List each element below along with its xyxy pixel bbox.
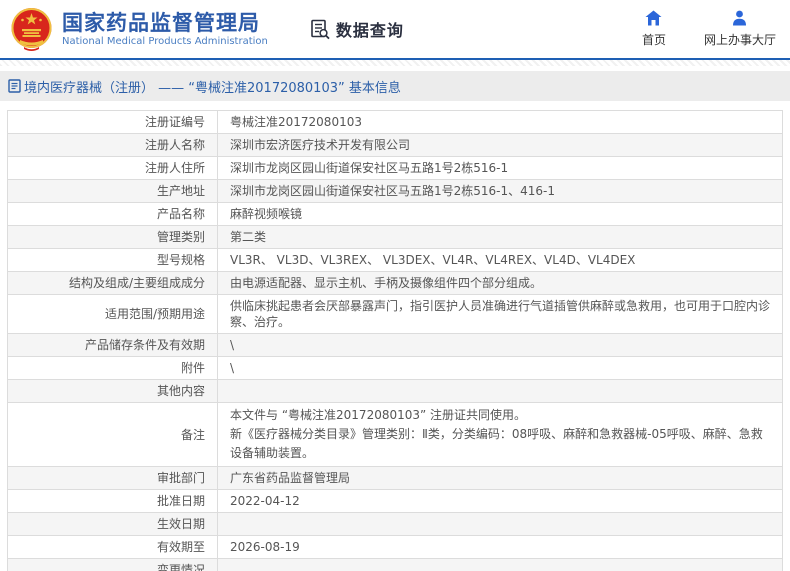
row-value: 由电源适配器、显示主机、手柄及摄像组件四个部分组成。 bbox=[230, 276, 543, 290]
table-row: 注册人住所 深圳市龙岗区园山街道保安社区马五路1号2栋516-1 bbox=[8, 157, 782, 180]
row-value: 2022-04-12 bbox=[230, 494, 300, 508]
row-value: 供临床挑起患者会厌部暴露声门，指引医护人员准确进行气道插管供麻醉或急救用，也可用… bbox=[230, 299, 771, 329]
table-row: 结构及组成/主要组成成分 由电源适配器、显示主机、手柄及摄像组件四个部分组成。 bbox=[8, 272, 782, 295]
row-value bbox=[218, 388, 782, 394]
row-value: 本文件与 “粤械注准20172080103” 注册证共同使用。 新《医疗器械分类… bbox=[218, 403, 782, 466]
row-value: 深圳市宏济医疗技术开发有限公司 bbox=[230, 138, 411, 152]
nav-online-service-hall[interactable]: 网上办事大厅 bbox=[704, 10, 776, 48]
org-name-cn: 国家药品监督管理局 bbox=[62, 10, 260, 35]
site-header: 国家药品监督管理局 National Medical Products Admi… bbox=[0, 0, 790, 60]
row-label: 型号规格 bbox=[8, 249, 218, 271]
site-logo[interactable]: 国家药品监督管理局 National Medical Products Admi… bbox=[10, 7, 268, 52]
table-row: 审批部门 广东省药品监督管理局 bbox=[8, 467, 782, 490]
row-value: 第二类 bbox=[230, 230, 267, 244]
row-label: 注册证编号 bbox=[8, 111, 218, 133]
table-row: 注册人名称 深圳市宏济医疗技术开发有限公司 bbox=[8, 134, 782, 157]
document-search-icon bbox=[311, 19, 330, 39]
row-label: 管理类别 bbox=[8, 226, 218, 248]
row-label: 备注 bbox=[8, 403, 218, 466]
row-label: 注册人名称 bbox=[8, 134, 218, 156]
data-query-label: 数据查询 bbox=[335, 21, 404, 40]
data-query-title: 数据查询 bbox=[310, 17, 404, 41]
table-row: 产品名称 麻醉视频喉镜 bbox=[8, 203, 782, 226]
row-label: 批准日期 bbox=[8, 490, 218, 512]
table-row: 变更情况 bbox=[8, 559, 782, 571]
row-value bbox=[218, 521, 782, 527]
table-row: 其他内容 bbox=[8, 380, 782, 403]
table-row: 产品储存条件及有效期 \ bbox=[8, 334, 782, 357]
nav-online-service-hall-label: 网上办事大厅 bbox=[703, 33, 776, 47]
breadcrumb-text: 境内医疗器械（注册） —— “粤械注准20172080103” 基本信息 bbox=[24, 80, 401, 96]
table-row: 生产地址 深圳市龙岗区园山街道保安社区马五路1号2栋516-1、416-1 bbox=[8, 180, 782, 203]
table-row: 批准日期 2022-04-12 bbox=[8, 490, 782, 513]
row-label: 结构及组成/主要组成成分 bbox=[8, 272, 218, 294]
row-label: 产品储存条件及有效期 bbox=[8, 334, 218, 356]
row-label: 变更情况 bbox=[8, 559, 218, 571]
row-label: 附件 bbox=[8, 357, 218, 379]
row-value: \ bbox=[230, 361, 235, 375]
row-label: 适用范围/预期用途 bbox=[8, 295, 218, 333]
org-names: 国家药品监督管理局 National Medical Products Admi… bbox=[62, 11, 268, 48]
row-value: \ bbox=[230, 338, 235, 352]
row-value: 深圳市龙岗区园山街道保安社区马五路1号2栋516-1 bbox=[230, 161, 509, 175]
row-label: 审批部门 bbox=[8, 467, 218, 489]
row-value: 麻醉视频喉镜 bbox=[230, 207, 303, 221]
document-icon bbox=[8, 79, 21, 93]
row-value: 粤械注准20172080103 bbox=[230, 115, 362, 129]
row-label: 生产地址 bbox=[8, 180, 218, 202]
row-label: 其他内容 bbox=[8, 380, 218, 402]
table-row: 注册证编号 粤械注准20172080103 bbox=[8, 111, 782, 134]
remarks-line-1: 本文件与 “粤械注准20172080103” 注册证共同使用。 bbox=[230, 408, 527, 422]
table-row: 有效期至 2026-08-19 bbox=[8, 536, 782, 559]
remarks-line-2: 新《医疗器械分类目录》管理类别：Ⅱ类，分类编码：08呼吸、麻醉和急救器械-05呼… bbox=[230, 427, 763, 460]
nav-home-label: 首页 bbox=[641, 33, 666, 47]
row-value: VL3R、 VL3D、VL3REX、 VL3DEX、VL4R、VL4REX、VL… bbox=[230, 253, 636, 267]
table-row: 适用范围/预期用途 供临床挑起患者会厌部暴露声门，指引医护人员准确进行气道插管供… bbox=[8, 295, 782, 334]
row-label: 产品名称 bbox=[8, 203, 218, 225]
home-icon bbox=[645, 10, 662, 26]
row-label: 注册人住所 bbox=[8, 157, 218, 179]
row-value bbox=[218, 567, 782, 571]
table-row: 生效日期 bbox=[8, 513, 782, 536]
person-icon bbox=[733, 10, 747, 26]
decorative-hatch-strip bbox=[0, 60, 790, 66]
breadcrumb: 境内医疗器械（注册） —— “粤械注准20172080103” 基本信息 bbox=[0, 71, 790, 101]
nav-home[interactable]: 首页 bbox=[642, 10, 666, 48]
table-row: 附件 \ bbox=[8, 357, 782, 380]
row-label: 生效日期 bbox=[8, 513, 218, 535]
row-label: 有效期至 bbox=[8, 536, 218, 558]
table-row: 管理类别 第二类 bbox=[8, 226, 782, 249]
row-value: 2026-08-19 bbox=[230, 540, 300, 554]
table-row: 型号规格 VL3R、 VL3D、VL3REX、 VL3DEX、VL4R、VL4R… bbox=[8, 249, 782, 272]
page: 国家药品监督管理局 National Medical Products Admi… bbox=[0, 0, 790, 571]
table-row-remarks: 备注 本文件与 “粤械注准20172080103” 注册证共同使用。 新《医疗器… bbox=[8, 403, 782, 467]
national-emblem-icon bbox=[11, 7, 52, 51]
registration-detail-table: 注册证编号 粤械注准20172080103 注册人名称 深圳市宏济医疗技术开发有… bbox=[7, 110, 783, 571]
row-value: 广东省药品监督管理局 bbox=[230, 471, 351, 485]
org-name-en: National Medical Products Administration bbox=[62, 35, 268, 47]
row-value: 深圳市龙岗区园山街道保安社区马五路1号2栋516-1、416-1 bbox=[230, 184, 556, 198]
